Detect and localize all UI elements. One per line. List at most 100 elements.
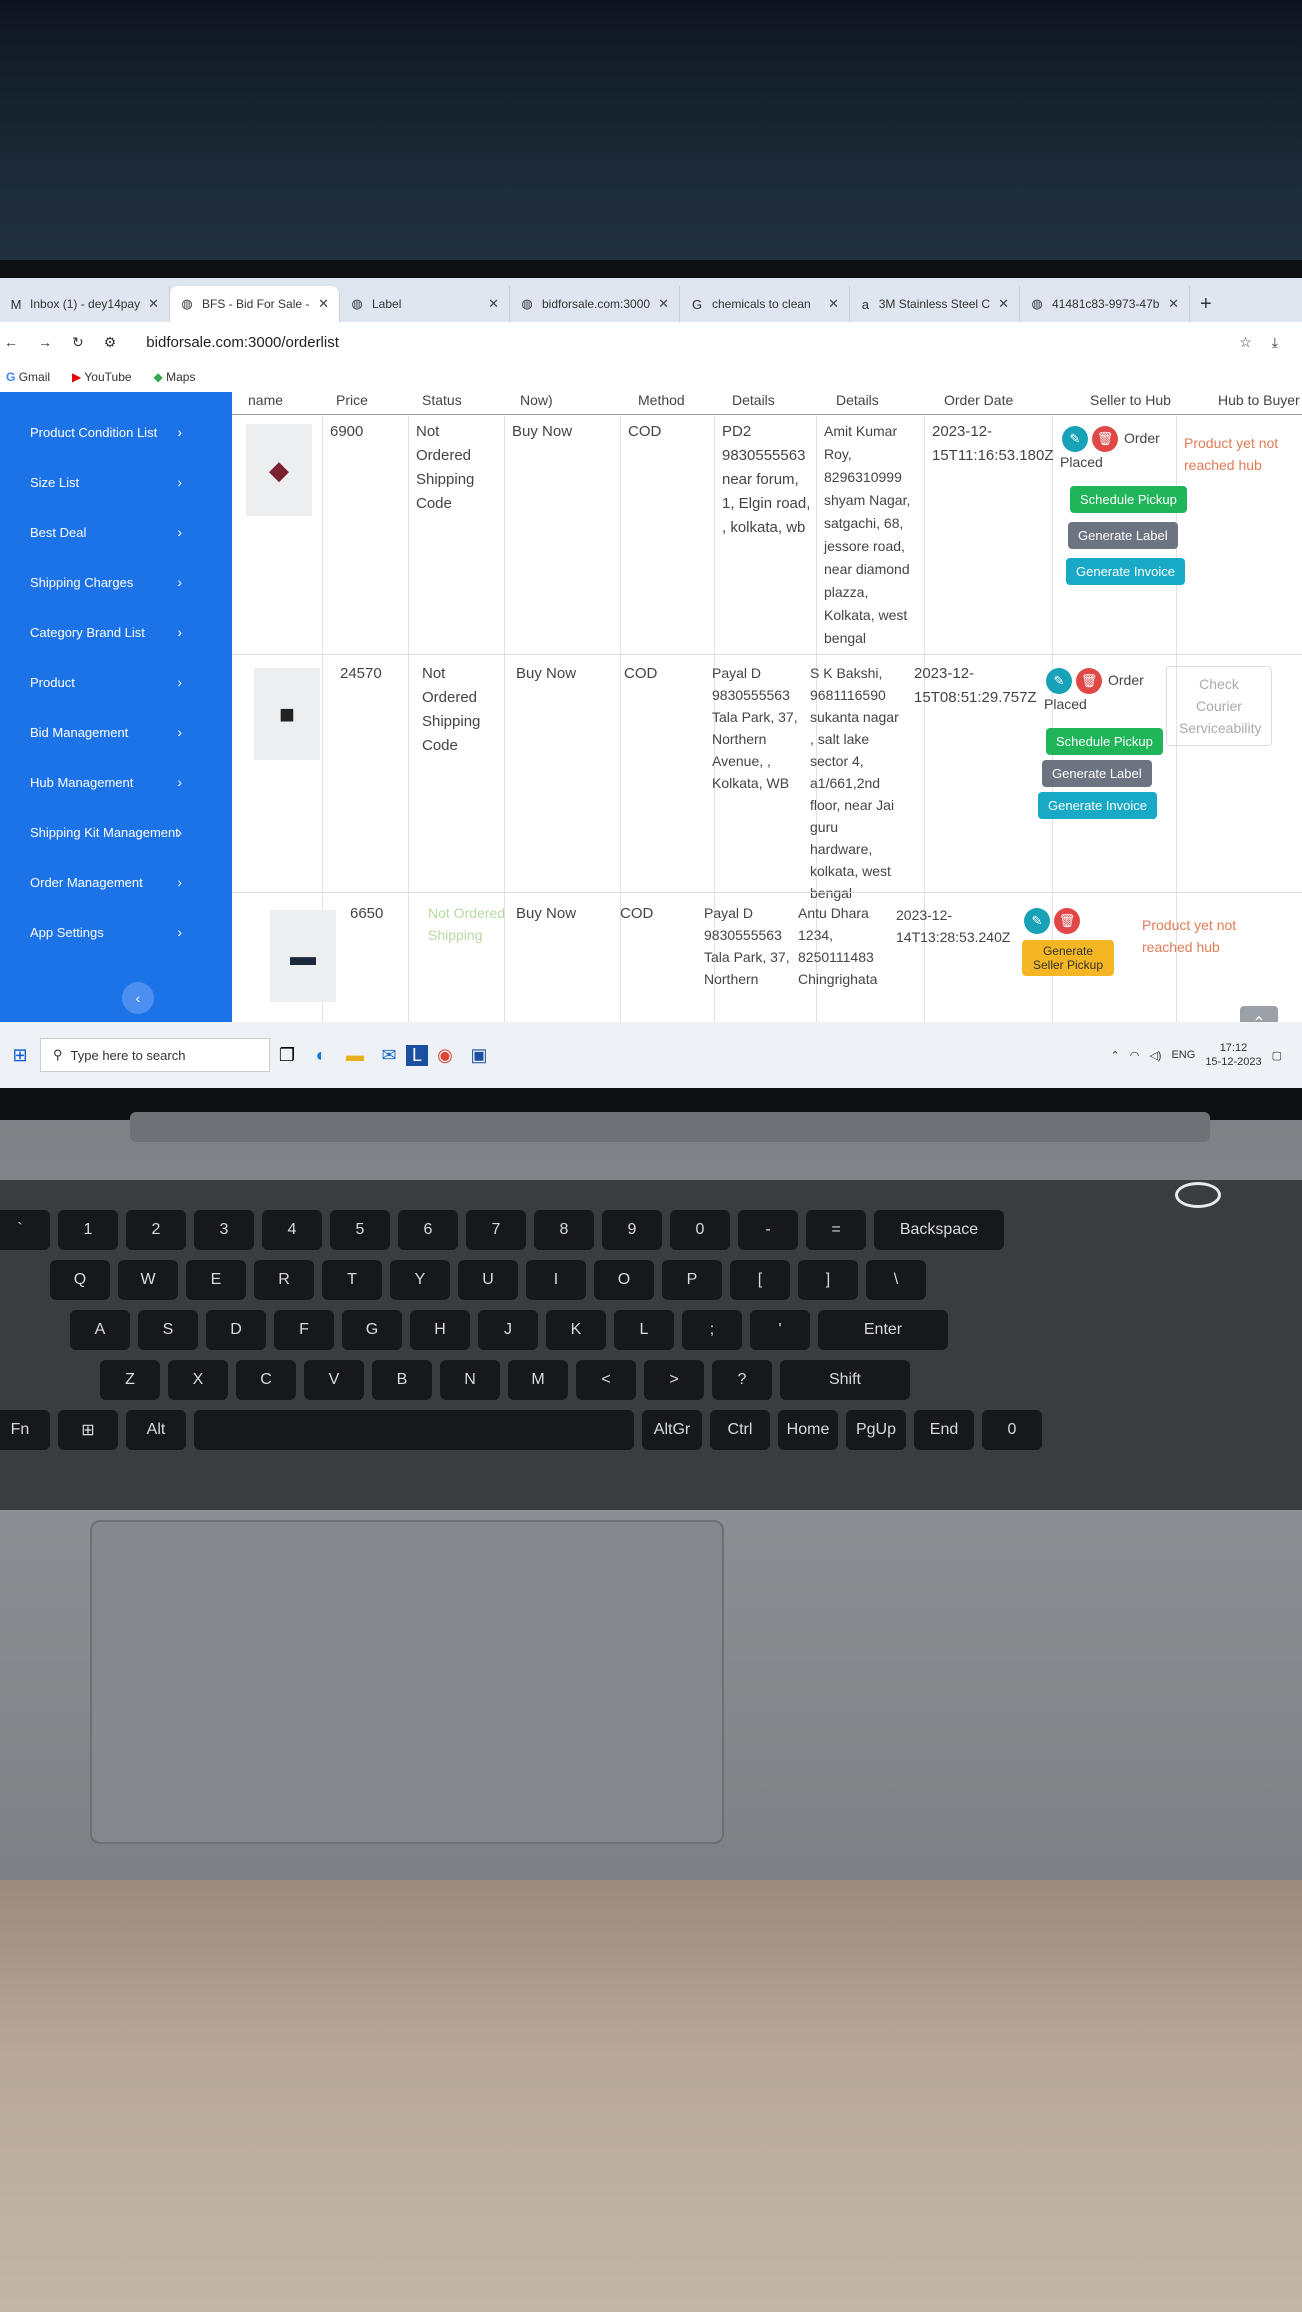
wifi-icon[interactable]: ◠ <box>1130 1049 1140 1062</box>
sidebar-item[interactable]: Best Deal › <box>0 512 232 552</box>
keyboard-key[interactable]: End <box>914 1410 974 1450</box>
file-explorer-icon[interactable]: ▬ <box>338 1045 372 1066</box>
close-icon[interactable]: ✕ <box>488 296 499 312</box>
close-icon[interactable]: ✕ <box>148 296 159 312</box>
mail-icon[interactable]: ✉ <box>372 1045 406 1066</box>
keyboard-key[interactable]: L <box>614 1310 674 1350</box>
keyboard-key[interactable]: = <box>806 1210 866 1250</box>
power-button[interactable] <box>1175 1182 1221 1208</box>
keyboard-key[interactable]: W <box>118 1260 178 1300</box>
keyboard-key[interactable]: > <box>644 1360 704 1400</box>
product-thumbnail[interactable]: ◆ <box>246 424 312 516</box>
sidebar-item[interactable]: Bid Management › <box>0 712 232 752</box>
keyboard-key[interactable]: C <box>236 1360 296 1400</box>
keyboard-key[interactable]: X <box>168 1360 228 1400</box>
keyboard-key[interactable]: P <box>662 1260 722 1300</box>
back-icon[interactable]: ← <box>4 334 18 350</box>
chevron-up-icon[interactable]: ⌃ <box>1111 1049 1120 1062</box>
keyboard-key[interactable]: K <box>546 1310 606 1350</box>
browser-tab[interactable]: ◍ bidforsale.com:3000 ✕ <box>510 286 680 322</box>
keyboard-key[interactable]: ' <box>750 1310 810 1350</box>
keyboard-key[interactable]: N <box>440 1360 500 1400</box>
browser-tab[interactable]: ◍ Label ✕ <box>340 286 510 322</box>
close-icon[interactable]: ✕ <box>1168 296 1179 312</box>
generate-label-button[interactable]: Generate Label <box>1042 760 1152 787</box>
volume-icon[interactable]: ◁) <box>1149 1049 1161 1062</box>
keyboard-key[interactable]: S <box>138 1310 198 1350</box>
browser-tab[interactable]: M Inbox (1) - dey14pay ✕ <box>0 286 170 322</box>
keyboard-key[interactable]: Shift <box>780 1360 910 1400</box>
generate-seller-pickup-button[interactable]: Generate Seller Pickup <box>1022 940 1114 976</box>
url-text[interactable]: bidforsale.com:3000/orderlist <box>146 334 339 351</box>
trash-icon[interactable]: 🗑 <box>1054 908 1080 934</box>
browser-tab[interactable]: a 3M Stainless Steel C ✕ <box>850 286 1020 322</box>
generate-label-button[interactable]: Generate Label <box>1068 522 1178 549</box>
close-icon[interactable]: ✕ <box>998 296 1009 312</box>
site-info-icon[interactable]: ⚙ <box>104 334 117 351</box>
keyboard-key[interactable]: \ <box>866 1260 926 1300</box>
keyboard-key[interactable]: Z <box>100 1360 160 1400</box>
schedule-pickup-button[interactable]: Schedule Pickup <box>1046 728 1163 755</box>
sidebar-item[interactable]: Product Condition List › <box>0 412 232 452</box>
keyboard-key[interactable]: 5 <box>330 1210 390 1250</box>
touchpad[interactable] <box>90 1520 724 1844</box>
keyboard-key[interactable]: J <box>478 1310 538 1350</box>
forward-icon[interactable]: → <box>38 334 52 350</box>
keyboard-key[interactable]: T <box>322 1260 382 1300</box>
photos-icon[interactable]: ▣ <box>462 1045 496 1066</box>
browser-tab[interactable]: ◍ BFS - Bid For Sale - ✕ <box>170 286 340 322</box>
notification-icon[interactable]: ▢ <box>1272 1049 1282 1062</box>
keyboard-key[interactable]: E <box>186 1260 246 1300</box>
taskbar-search[interactable]: ⚲ Type here to search <box>40 1038 270 1072</box>
generate-invoice-button[interactable]: Generate Invoice <box>1038 792 1158 819</box>
keyboard-key[interactable]: - <box>738 1210 798 1250</box>
keyboard-key[interactable]: 1 <box>58 1210 118 1250</box>
keyboard-key[interactable]: D <box>206 1310 266 1350</box>
keyboard-key[interactable]: [ <box>730 1260 790 1300</box>
keyboard-key[interactable]: Fn <box>0 1410 50 1450</box>
keyboard-key[interactable]: < <box>576 1360 636 1400</box>
sidebar-item[interactable]: App Settings › <box>0 912 232 952</box>
keyboard-key[interactable]: ⊞ <box>58 1410 118 1450</box>
download-icon[interactable]: ⤓ <box>1272 334 1278 351</box>
keyboard-key[interactable]: H <box>410 1310 470 1350</box>
close-icon[interactable]: ✕ <box>658 296 669 312</box>
keyboard-key[interactable]: R <box>254 1260 314 1300</box>
keyboard-key[interactable]: ] <box>798 1260 858 1300</box>
windows-start-icon[interactable]: ⊞ <box>0 1045 40 1066</box>
clock[interactable]: 17:12 15-12-2023 <box>1205 1041 1261 1069</box>
task-view-icon[interactable]: ❐ <box>270 1045 304 1066</box>
product-thumbnail[interactable]: ▬ <box>270 910 336 1002</box>
bookmark-gmail[interactable]: G Gmail <box>6 370 50 384</box>
keyboard-key[interactable]: 7 <box>466 1210 526 1250</box>
keyboard-key[interactable]: ` <box>0 1210 50 1250</box>
browser-tab[interactable]: ◍ 41481c83-9973-47b ✕ <box>1020 286 1190 322</box>
bookmark-star-icon[interactable]: ☆ <box>1239 334 1252 351</box>
sidebar-item[interactable]: Hub Management › <box>0 762 232 802</box>
sidebar-collapse-button[interactable]: ‹ <box>122 982 154 1014</box>
edge-icon[interactable]: ◐ <box>304 1045 338 1066</box>
browser-tab[interactable]: Gchemicals to clean ✕ <box>680 286 850 322</box>
chrome-icon[interactable]: ◉ <box>428 1045 462 1066</box>
keyboard-key[interactable]: Enter <box>818 1310 948 1350</box>
keyboard-key[interactable] <box>194 1410 634 1450</box>
keyboard-key[interactable]: A <box>70 1310 130 1350</box>
keyboard-key[interactable]: Y <box>390 1260 450 1300</box>
keyboard-key[interactable]: 6 <box>398 1210 458 1250</box>
keyboard-key[interactable]: B <box>372 1360 432 1400</box>
keyboard-key[interactable]: V <box>304 1360 364 1400</box>
check-courier-button[interactable]: Check Courier Serviceability <box>1166 666 1272 746</box>
keyboard-key[interactable]: I <box>526 1260 586 1300</box>
keyboard-key[interactable]: Home <box>778 1410 838 1450</box>
keyboard-key[interactable]: F <box>274 1310 334 1350</box>
sidebar-item[interactable]: Category Brand List › <box>0 612 232 652</box>
keyboard-key[interactable]: M <box>508 1360 568 1400</box>
close-icon[interactable]: ✕ <box>318 296 329 312</box>
sidebar-item[interactable]: Product › <box>0 662 232 702</box>
keyboard-key[interactable]: ? <box>712 1360 772 1400</box>
edit-icon[interactable]: ✎ <box>1024 908 1050 934</box>
keyboard-key[interactable]: ; <box>682 1310 742 1350</box>
new-tab-button[interactable]: + <box>1190 293 1222 322</box>
keyboard-key[interactable]: O <box>594 1260 654 1300</box>
sidebar-item[interactable]: Size List › <box>0 462 232 502</box>
